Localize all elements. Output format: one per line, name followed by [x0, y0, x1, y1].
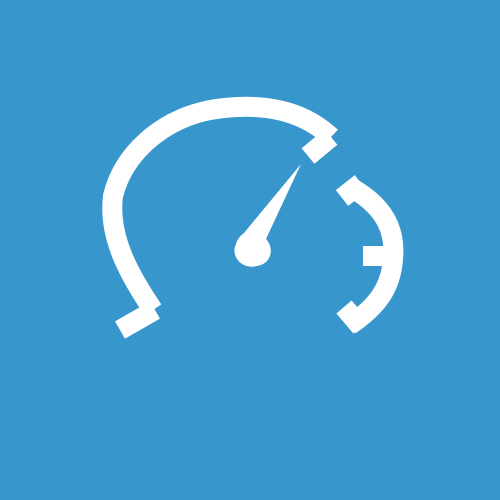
app-tile[interactable] — [0, 0, 500, 500]
speedometer-icon — [0, 0, 500, 500]
gauge-tick-bottom — [336, 300, 369, 334]
gauge-tick-top — [335, 175, 368, 206]
